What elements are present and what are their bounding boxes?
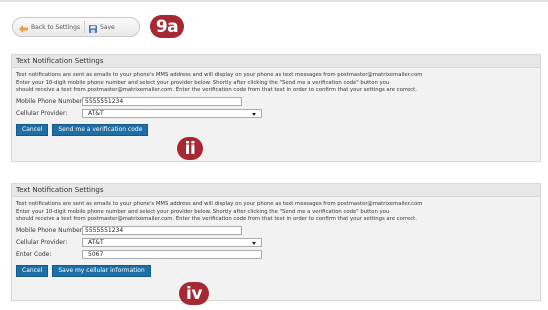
toolbar-separator xyxy=(84,21,86,33)
panel-title: Text Notification Settings xyxy=(12,55,540,68)
verification-code-input[interactable]: 5067 xyxy=(82,249,262,259)
instruction-line: Text notifications are sent as emails to… xyxy=(16,72,423,78)
top-divider xyxy=(0,0,548,2)
provider-row: Cellular Provider: AT&T xyxy=(12,108,540,119)
chevron-down-icon xyxy=(252,241,256,245)
send-verification-code-button[interactable]: Send me a verification code xyxy=(52,123,149,136)
provider-label: Cellular Provider: xyxy=(16,238,68,246)
save-cellular-information-button[interactable]: Save my cellular information xyxy=(52,264,151,277)
code-row: Enter Code: 5067 xyxy=(12,249,540,260)
phone-label: Mobile Phone Number: xyxy=(16,97,85,105)
text-notification-panel-step-1: Text Notification Settings Text notifica… xyxy=(11,54,541,162)
instruction-line: Text notifications are sent as emails to… xyxy=(16,201,423,207)
step-badge-9a: 9a xyxy=(150,15,184,38)
back-to-settings-button[interactable]: Back to Settings xyxy=(19,18,80,37)
phone-row: Mobile Phone Number: 5555551234 xyxy=(12,96,540,107)
step-badge-ii: ii xyxy=(177,137,203,160)
instruction-line: should receive a text from postmaster@ma… xyxy=(16,216,417,223)
step-badge-iv: iv xyxy=(179,282,209,305)
instruction-line: Enter your 10-digit mobile phone number … xyxy=(16,208,390,215)
instruction-line: Enter your 10-digit mobile phone number … xyxy=(16,79,390,86)
instruction-line: should receive a text from postmaster@ma… xyxy=(16,87,417,94)
cancel-button[interactable]: Cancel xyxy=(16,123,49,136)
floppy-save-icon xyxy=(89,18,98,37)
arrow-back-icon xyxy=(19,18,28,37)
code-label: Enter Code: xyxy=(16,250,52,258)
cancel-button[interactable]: Cancel xyxy=(16,264,49,277)
instructions: Text notifications are sent as emails to… xyxy=(12,68,540,95)
chevron-down-icon xyxy=(252,112,256,116)
mobile-phone-input[interactable]: 5555551234 xyxy=(82,225,242,235)
provider-row: Cellular Provider: AT&T xyxy=(12,237,540,248)
phone-label: Mobile Phone Number: xyxy=(16,226,85,234)
cellular-provider-select[interactable]: AT&T xyxy=(82,108,262,118)
panel-actions: Cancel Save my cellular information xyxy=(12,264,540,277)
mobile-phone-input[interactable]: 5555551234 xyxy=(82,96,242,106)
provider-label: Cellular Provider: xyxy=(16,109,68,117)
cellular-provider-select[interactable]: AT&T xyxy=(82,237,262,247)
save-label: Save xyxy=(100,23,115,31)
panel-actions: Cancel Send me a verification code xyxy=(12,123,540,136)
text-notification-panel-step-2: Text Notification Settings Text notifica… xyxy=(11,183,541,301)
back-to-settings-label: Back to Settings xyxy=(31,23,81,31)
phone-row: Mobile Phone Number: 5555551234 xyxy=(12,225,540,236)
instructions: Text notifications are sent as emails to… xyxy=(12,197,540,224)
action-toolbar: Back to Settings Save xyxy=(12,17,140,37)
provider-selected-value: AT&T xyxy=(88,238,104,246)
provider-selected-value: AT&T xyxy=(88,109,104,117)
save-button[interactable]: Save xyxy=(89,18,115,37)
panel-title: Text Notification Settings xyxy=(12,184,540,197)
